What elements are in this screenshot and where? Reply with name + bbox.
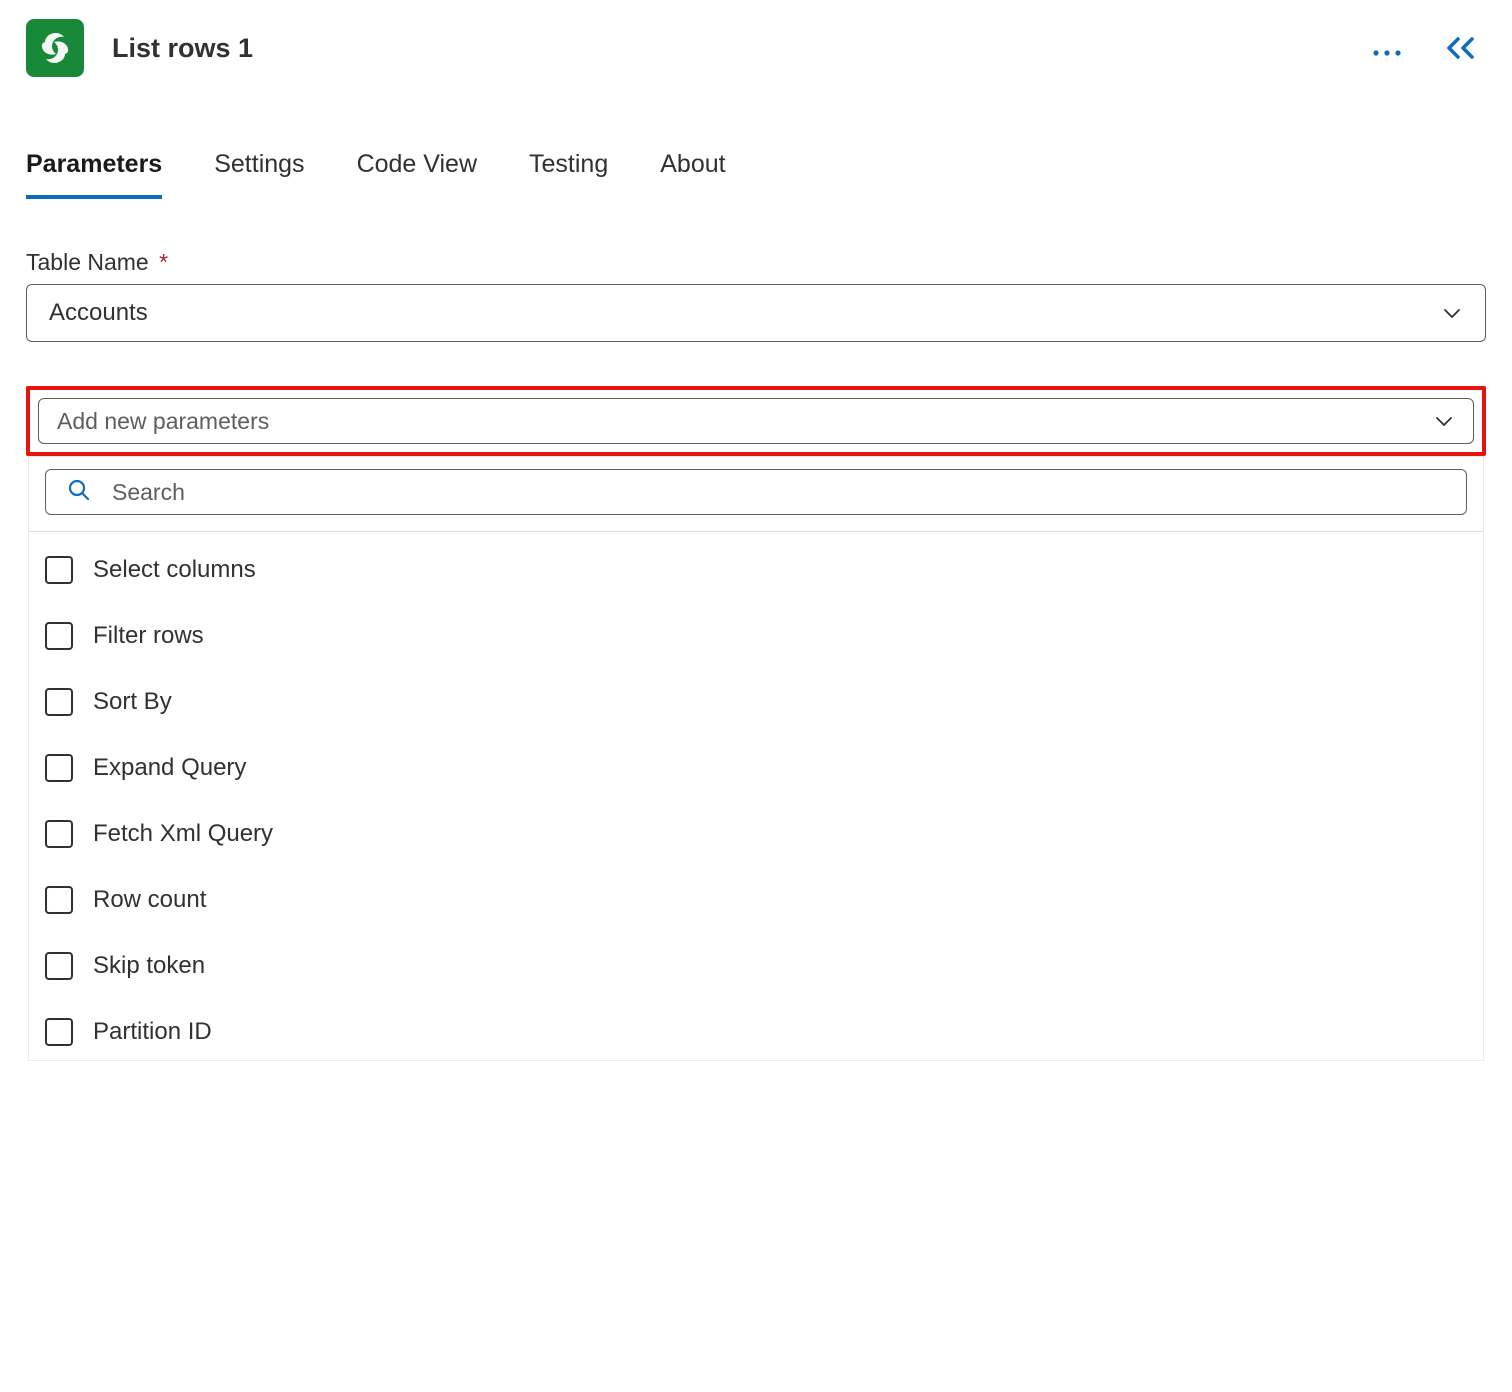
param-option-skip-token[interactable]: Skip token	[45, 952, 1467, 1018]
parameters-body: Table Name * Accounts Add new parameters	[26, 249, 1486, 1061]
table-name-dropdown[interactable]: Accounts	[26, 284, 1486, 342]
param-option-filter-rows[interactable]: Filter rows	[45, 622, 1467, 688]
tab-bar: Parameters Settings Code View Testing Ab…	[26, 150, 1486, 199]
checkbox[interactable]	[45, 886, 73, 914]
panel-title: List rows 1	[112, 33, 1344, 64]
param-option-label: Row count	[93, 886, 206, 914]
panel-header: List rows 1	[26, 16, 1486, 80]
add-parameters-highlight: Add new parameters	[26, 386, 1486, 456]
dataverse-icon	[26, 19, 84, 77]
param-option-label: Fetch Xml Query	[93, 820, 273, 848]
tab-settings[interactable]: Settings	[214, 150, 304, 199]
param-option-partition-id[interactable]: Partition ID	[45, 1018, 1467, 1054]
parameters-dropdown-panel: Select columns Filter rows Sort By Expan…	[28, 456, 1484, 1061]
param-option-expand-query[interactable]: Expand Query	[45, 754, 1467, 820]
param-option-label: Skip token	[93, 952, 205, 980]
param-option-label: Sort By	[93, 688, 172, 716]
add-parameters-placeholder: Add new parameters	[57, 408, 269, 435]
param-option-fetch-xml-query[interactable]: Fetch Xml Query	[45, 820, 1467, 886]
tab-about[interactable]: About	[660, 150, 725, 199]
more-menu-button[interactable]	[1372, 35, 1402, 61]
checkbox[interactable]	[45, 754, 73, 782]
checkbox[interactable]	[45, 556, 73, 584]
chevron-down-icon	[1433, 410, 1455, 432]
checkbox[interactable]	[45, 820, 73, 848]
parameter-option-list: Select columns Filter rows Sort By Expan…	[29, 531, 1483, 1060]
tab-code-view[interactable]: Code View	[357, 150, 477, 199]
search-icon	[66, 477, 92, 508]
param-option-row-count[interactable]: Row count	[45, 886, 1467, 952]
checkbox[interactable]	[45, 952, 73, 980]
collapse-button[interactable]	[1444, 36, 1478, 60]
add-parameters-dropdown[interactable]: Add new parameters	[38, 398, 1474, 444]
table-name-label-text: Table Name	[26, 249, 149, 275]
action-panel: List rows 1 Parameters Settings Code Vie…	[0, 0, 1512, 1061]
tab-testing[interactable]: Testing	[529, 150, 608, 199]
checkbox[interactable]	[45, 622, 73, 650]
param-option-label: Expand Query	[93, 754, 246, 782]
search-box[interactable]	[45, 469, 1467, 515]
param-option-select-columns[interactable]: Select columns	[45, 556, 1467, 622]
param-option-label: Select columns	[93, 556, 256, 584]
tab-parameters[interactable]: Parameters	[26, 150, 162, 199]
table-name-label: Table Name *	[26, 249, 1486, 276]
param-option-sort-by[interactable]: Sort By	[45, 688, 1467, 754]
param-option-label: Partition ID	[93, 1018, 212, 1046]
checkbox[interactable]	[45, 688, 73, 716]
search-input[interactable]	[110, 478, 1446, 507]
param-option-label: Filter rows	[93, 622, 204, 650]
checkbox[interactable]	[45, 1018, 73, 1046]
table-name-value: Accounts	[49, 299, 148, 327]
required-asterisk: *	[159, 249, 168, 275]
header-actions	[1372, 35, 1478, 61]
search-row	[29, 457, 1483, 531]
chevron-down-icon	[1441, 302, 1463, 324]
